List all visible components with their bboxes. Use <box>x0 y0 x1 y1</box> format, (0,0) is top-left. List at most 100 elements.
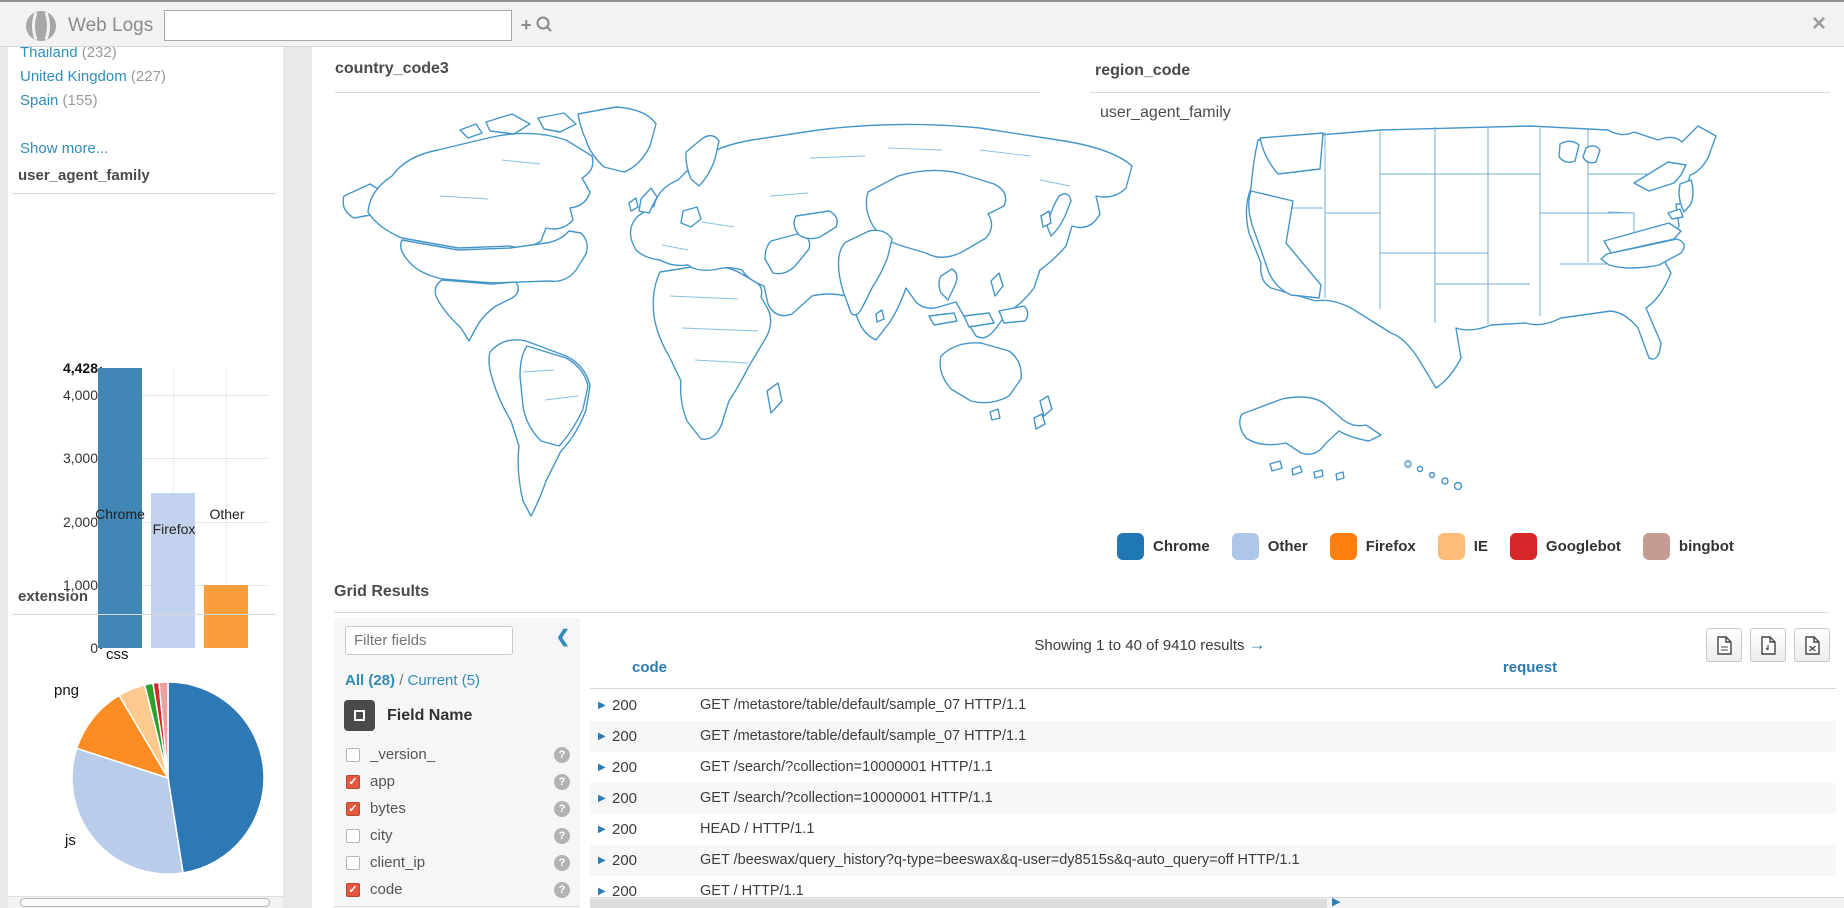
facet-item: United Kingdom (227) <box>20 65 166 89</box>
legend-item: IE <box>1438 533 1488 560</box>
hawaii-islands <box>1405 461 1462 490</box>
y-tick-label: 4,000 <box>18 387 98 403</box>
expand-row-icon[interactable]: ▶ <box>598 721 606 752</box>
table-row[interactable]: ▶200HEAD / HTTP/1.1 <box>590 814 1836 845</box>
help-icon[interactable]: ? <box>554 747 570 763</box>
facet-link[interactable]: United Kingdom <box>20 68 127 85</box>
field-checkbox[interactable] <box>346 829 360 843</box>
facet-count: (232) <box>78 47 117 61</box>
search-input[interactable] <box>164 10 512 41</box>
field-row: ✓code? <box>334 877 580 904</box>
sidebar-horizontal-scrollbar[interactable] <box>8 896 283 908</box>
facet-link[interactable]: Spain <box>20 92 58 109</box>
legend-item: Other <box>1232 533 1308 560</box>
facet-sidebar: Thailand (232)United Kingdom (227)Spain … <box>8 47 283 908</box>
add-facet-icon[interactable]: + <box>521 15 532 36</box>
current-fields-link[interactable]: Current (5) <box>408 672 481 689</box>
expand-row-icon[interactable]: ▶ <box>598 783 606 814</box>
table-row[interactable]: ▶200GET /search/?collection=10000001 HTT… <box>590 752 1836 783</box>
bar-other[interactable] <box>204 585 248 648</box>
scrollbar-thumb[interactable] <box>20 898 270 907</box>
y-tick-label: 0 <box>18 640 98 656</box>
field-checkbox[interactable] <box>346 856 360 870</box>
legend-label: Other <box>1268 538 1308 555</box>
map-region-alaska[interactable] <box>1240 397 1381 454</box>
map-region-australia[interactable] <box>940 343 1021 403</box>
expand-row-icon[interactable]: ▶ <box>598 814 606 845</box>
all-fields-link[interactable]: All (28) <box>345 672 395 689</box>
results-table-body: ▶200GET /metastore/table/default/sample_… <box>590 690 1836 907</box>
bar-x-label: Chrome <box>80 506 160 522</box>
code-cell: 200 <box>612 721 637 752</box>
us-choropleth-map <box>1230 112 1835 517</box>
table-row[interactable]: ▶200GET /search/?collection=10000001 HTT… <box>590 783 1836 814</box>
field-checkbox[interactable]: ✓ <box>346 775 360 789</box>
legend-label: Googlebot <box>1546 538 1621 555</box>
pie-label: png <box>54 682 79 699</box>
legend-swatch <box>1232 533 1259 560</box>
collapse-panel-icon[interactable]: ❮ <box>556 627 570 647</box>
legend-swatch <box>1117 533 1144 560</box>
field-name-header-row: Field Name <box>344 700 472 731</box>
scroll-right-icon[interactable]: ▶ <box>1332 895 1340 908</box>
close-icon[interactable]: × <box>1812 12 1826 36</box>
grid-results-title: Grid Results <box>334 583 429 601</box>
bar-x-label: Other <box>187 506 267 522</box>
pie-slice-slice0[interactable] <box>168 682 264 873</box>
field-list: _version_?✓app?✓bytes?city?client_ip?✓co… <box>334 742 580 904</box>
help-icon[interactable]: ? <box>554 774 570 790</box>
field-row: ✓bytes? <box>334 796 580 823</box>
request-cell: GET /metastore/table/default/sample_07 H… <box>700 690 1026 721</box>
map-legend: ChromeOtherFirefoxIEGooglebotbingbot <box>1117 533 1734 560</box>
help-icon[interactable]: ? <box>554 855 570 871</box>
map-region-new-jersey[interactable] <box>1679 180 1693 212</box>
map-region-canada[interactable] <box>368 133 593 248</box>
download-file-button-3[interactable] <box>1794 628 1830 662</box>
bar-chart-title: user_agent_family <box>18 167 150 184</box>
scrollbar-thumb[interactable] <box>590 899 1327 908</box>
toggle-all-fields-button[interactable] <box>344 700 375 731</box>
file-icon <box>1761 636 1776 655</box>
download-file-button-1[interactable] <box>1706 628 1742 662</box>
checkbox-icon <box>354 710 365 721</box>
file-icon <box>1805 636 1820 655</box>
table-horizontal-scrollbar[interactable]: ▶ <box>590 897 1844 908</box>
expand-row-icon[interactable]: ▶ <box>598 752 606 783</box>
expand-row-icon[interactable]: ▶ <box>598 845 606 876</box>
help-icon[interactable]: ? <box>554 882 570 898</box>
filter-fields-input[interactable] <box>345 626 513 655</box>
help-icon[interactable]: ? <box>554 801 570 817</box>
table-row[interactable]: ▶200GET /beeswax/query_history?q-type=be… <box>590 845 1836 876</box>
extension-pie-chart <box>66 675 271 880</box>
column-header-request[interactable]: request <box>1440 659 1620 676</box>
world-map-title: country_code3 <box>335 60 449 78</box>
download-file-button-2[interactable] <box>1750 628 1786 662</box>
dashboard-main-panel: country_code3 region_code user_agent_fam… <box>312 47 1844 908</box>
field-checkbox[interactable] <box>346 748 360 762</box>
hue-logo-icon <box>24 9 58 43</box>
expand-row-icon[interactable]: ▶ <box>598 690 606 721</box>
map-region-mexico[interactable] <box>435 280 518 341</box>
search-icon[interactable] <box>535 15 553 33</box>
field-label: city <box>370 827 393 844</box>
next-page-icon[interactable]: → <box>1249 635 1266 654</box>
column-header-code[interactable]: code <box>632 659 667 676</box>
code-cell: 200 <box>612 690 637 721</box>
show-more-link[interactable]: Show more... <box>20 137 108 161</box>
divider <box>12 193 276 194</box>
field-checkbox[interactable]: ✓ <box>346 883 360 897</box>
table-row[interactable]: ▶200 GET /metastore/table/default/sample_… <box>590 690 1836 721</box>
map-region-madagascar[interactable] <box>767 383 782 413</box>
field-checkbox[interactable]: ✓ <box>346 802 360 816</box>
table-row[interactable]: ▶200GET /metastore/table/default/sample_… <box>590 721 1836 752</box>
legend-swatch <box>1643 533 1670 560</box>
help-icon[interactable]: ? <box>554 828 570 844</box>
map-region-ireland[interactable] <box>629 198 638 211</box>
legend-swatch <box>1438 533 1465 560</box>
request-cell: GET /beeswax/query_history?q-type=beeswa… <box>700 845 1300 876</box>
pie-label: css <box>106 646 129 663</box>
map-region-africa[interactable] <box>653 266 770 440</box>
facet-link[interactable]: Thailand <box>20 47 78 61</box>
app-title: Web Logs <box>68 15 153 37</box>
top-bar: Web Logs + × <box>0 0 1844 47</box>
